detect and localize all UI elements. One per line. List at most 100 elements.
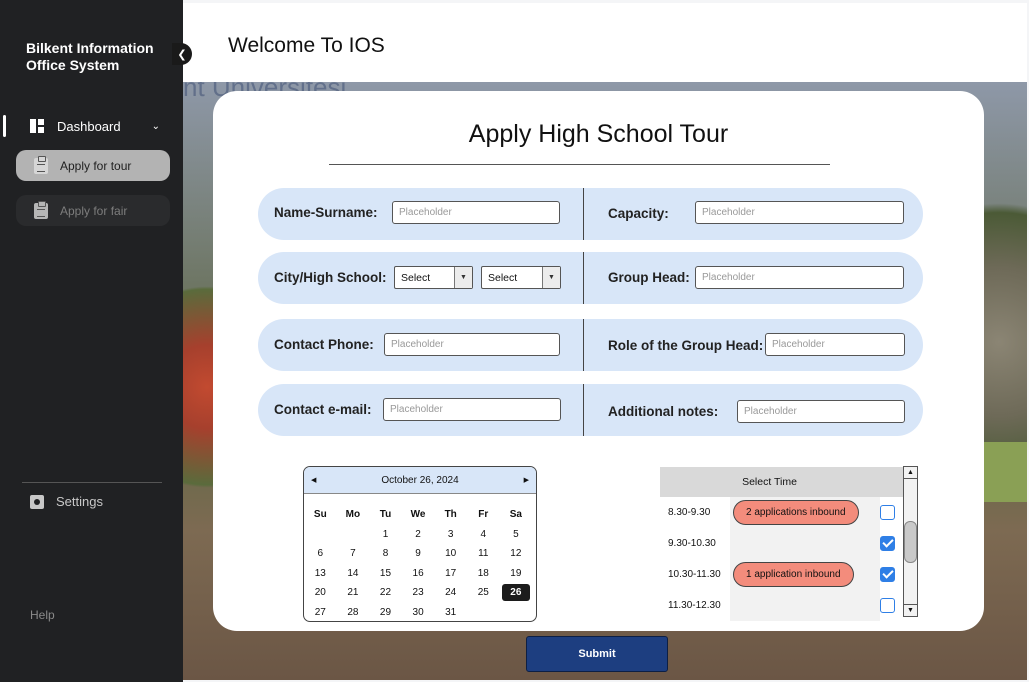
high-school-select[interactable]: Select ▼ — [481, 266, 561, 289]
additional-notes-input[interactable] — [737, 400, 905, 423]
calendar-day[interactable]: 3 — [434, 526, 467, 543]
sidebar-item-apply-for-tour[interactable]: Apply for tour — [16, 150, 170, 181]
calendar-day[interactable]: 1 — [369, 526, 402, 543]
form-row-city-grouphead: City/High School: Select ▼ Select ▼ Grou… — [258, 252, 923, 304]
brand-line-2: Office System — [26, 57, 120, 73]
calendar-day-selected[interactable]: 26 — [501, 584, 531, 602]
caret-down-icon: ▼ — [542, 267, 560, 288]
app-window: nt Üniversitesi Bilkent Information Offi… — [0, 0, 1029, 682]
calendar-day[interactable]: 29 — [369, 604, 402, 621]
active-nav-indicator — [3, 115, 6, 137]
tour-application-card: Apply High School Tour Name-Surname: Cap… — [213, 91, 984, 631]
calendar-day — [467, 604, 500, 621]
calendar-grid: Su Mo Tu We Th Fr Sa 1 2 3 4 5 6 7 8 9 10 11 12 13 14 15 16 17 1… — [304, 505, 536, 622]
contact-phone-label: Contact Phone: — [274, 337, 374, 352]
calendar-day[interactable]: 15 — [369, 565, 402, 582]
sidebar: Bilkent Information Office System Dashbo… — [0, 0, 183, 682]
time-slot-checkbox[interactable] — [880, 598, 895, 613]
calendar-day[interactable]: 27 — [304, 604, 337, 621]
page-title: Welcome To IOS — [228, 34, 385, 57]
group-head-label: Group Head: — [608, 270, 690, 285]
time-slot-label: 8.30-9.30 — [668, 507, 711, 518]
group-head-role-label: Role of the Group Head: — [608, 338, 764, 353]
calendar-day[interactable]: 12 — [500, 545, 533, 562]
group-head-role-input[interactable] — [765, 333, 905, 356]
calendar-day[interactable]: 31 — [434, 604, 467, 621]
city-select[interactable]: Select ▼ — [394, 266, 473, 289]
time-slot-checkbox[interactable] — [880, 567, 895, 582]
calendar-day[interactable]: 7 — [337, 545, 370, 562]
form-row-name-capacity: Name-Surname: Capacity: — [258, 188, 923, 240]
calendar-day[interactable]: 30 — [402, 604, 435, 621]
dashboard-icon — [30, 119, 44, 133]
sidebar-item-label: Apply for tour — [60, 158, 132, 173]
gear-icon — [30, 494, 44, 509]
city-select-value: Select — [401, 271, 431, 284]
title-divider — [329, 164, 830, 165]
capacity-label: Capacity: — [608, 206, 669, 221]
additional-notes-label: Additional notes: — [608, 404, 719, 419]
calendar-day — [304, 526, 337, 543]
applications-inbound-badge: 2 applications inbound — [733, 500, 859, 525]
capacity-input[interactable] — [695, 201, 904, 224]
calendar-day[interactable]: 28 — [337, 604, 370, 621]
calendar-day[interactable]: 21 — [337, 584, 370, 601]
sidebar-item-settings[interactable]: Settings — [30, 494, 103, 509]
calendar-day[interactable]: 13 — [304, 565, 337, 582]
calendar-weekday: Fr — [478, 509, 489, 521]
calendar-weekday: Th — [444, 509, 457, 521]
calendar-day[interactable]: 4 — [467, 526, 500, 543]
calendar-day[interactable]: 9 — [402, 545, 435, 562]
chevron-left-icon: ❮ — [177, 48, 187, 61]
calendar-day[interactable]: 24 — [434, 584, 467, 601]
scroll-down-icon[interactable]: ▼ — [904, 604, 917, 616]
name-surname-label: Name-Surname: — [274, 205, 378, 220]
calendar-day[interactable]: 8 — [369, 545, 402, 562]
calendar-week-row: 6 7 8 9 10 11 12 — [304, 544, 536, 564]
scroll-up-icon[interactable]: ▲ — [904, 467, 917, 479]
scrollbar-thumb[interactable] — [904, 521, 917, 563]
calendar-day[interactable]: 2 — [402, 526, 435, 543]
time-slot-checkbox[interactable] — [880, 536, 895, 551]
time-slot-row: 10.30-11.30 1 application inbound — [660, 559, 905, 590]
contact-phone-input[interactable] — [384, 333, 560, 356]
clipboard-icon — [34, 155, 48, 174]
submit-button[interactable]: Submit — [526, 636, 668, 672]
brand-title: Bilkent Information Office System — [26, 40, 154, 74]
sidebar-item-label: Settings — [56, 494, 103, 509]
time-slot-status-cell — [730, 590, 880, 621]
contact-email-label: Contact e-mail: — [274, 402, 372, 417]
calendar-day[interactable]: 18 — [467, 565, 500, 582]
calendar-day — [337, 526, 370, 543]
calendar-prev-month-icon[interactable]: ◀ — [311, 476, 316, 484]
time-slot-label: 9.30-10.30 — [668, 538, 716, 549]
contact-email-input[interactable] — [383, 398, 561, 421]
time-slot-checkbox[interactable] — [880, 505, 895, 520]
name-surname-input[interactable] — [392, 201, 560, 224]
calendar-day[interactable]: 22 — [369, 584, 402, 601]
calendar-day[interactable]: 17 — [434, 565, 467, 582]
sidebar-item-apply-for-fair[interactable]: Apply for fair — [16, 195, 170, 226]
group-head-input[interactable] — [695, 266, 904, 289]
city-high-school-label: City/High School: — [274, 270, 387, 285]
calendar-week-row: 27 28 29 30 31 — [304, 603, 536, 622]
calendar-day[interactable]: 20 — [304, 584, 337, 601]
calendar-day[interactable]: 14 — [337, 565, 370, 582]
sidebar-item-help[interactable]: Help — [30, 608, 55, 622]
calendar-day[interactable]: 23 — [402, 584, 435, 601]
calendar-day[interactable]: 16 — [402, 565, 435, 582]
calendar-day[interactable]: 5 — [500, 526, 533, 543]
calendar-weekday: Sa — [509, 509, 522, 521]
calendar-weekday: We — [410, 509, 426, 521]
sidebar-item-dashboard[interactable]: Dashboard ⌄ — [30, 116, 170, 136]
calendar-day[interactable]: 25 — [467, 584, 500, 601]
form-row-phone-role: Contact Phone: Role of the Group Head: — [258, 319, 923, 371]
row-separator — [583, 252, 584, 304]
time-slot-scrollbar[interactable]: ▲ ▼ — [903, 466, 918, 617]
calendar-day[interactable]: 10 — [434, 545, 467, 562]
calendar-day[interactable]: 6 — [304, 545, 337, 562]
calendar-header: ◀ October 26, 2024 ▶ — [304, 467, 536, 494]
calendar-next-month-icon[interactable]: ▶ — [524, 476, 529, 484]
calendar-day[interactable]: 11 — [467, 545, 500, 562]
calendar-day[interactable]: 19 — [500, 565, 533, 582]
